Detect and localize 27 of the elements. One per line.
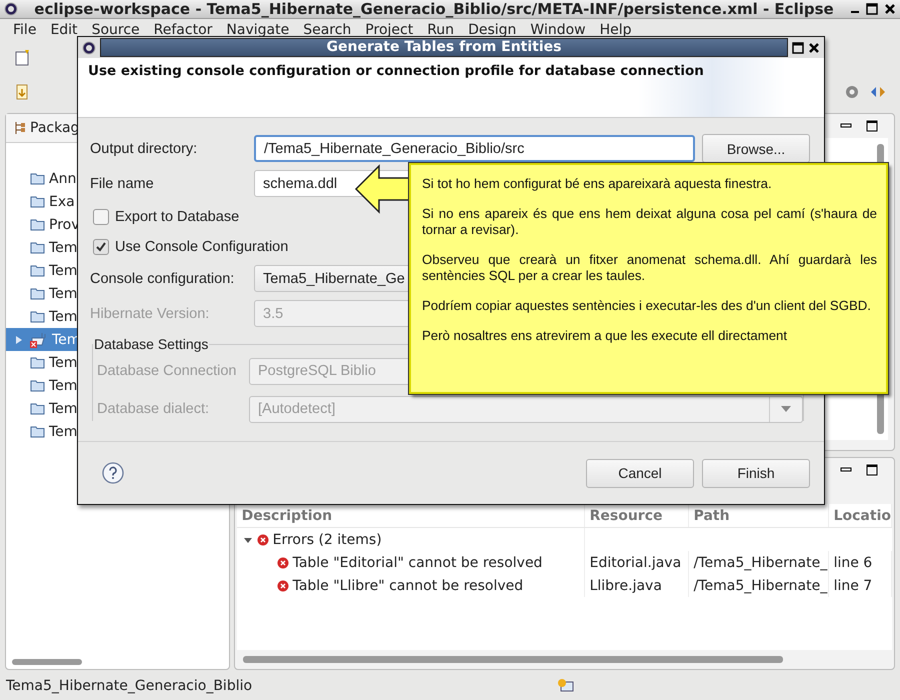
group-title: Database Settings	[93, 336, 210, 352]
status-text: Tema5_Hibernate_Generacio_Biblio	[6, 678, 252, 694]
table-cell: Llibre.java	[584, 574, 689, 597]
checkbox-label: Export to Database	[115, 209, 240, 225]
table-cell: line 6	[828, 551, 892, 574]
field-label: Output directory:	[90, 140, 198, 156]
group-label: Errors (2 items)	[272, 532, 382, 548]
field-label: Database Connection	[97, 363, 238, 379]
table-cell: Table "Llibre" cannot be resolved	[292, 578, 524, 594]
table-cell: Editorial.java	[584, 551, 689, 574]
note-paragraph: Si tot ho hem configurat bé ens apareixarà aquesta finestra.	[422, 176, 773, 192]
dialog-message: Use existing console configuration or connection profile for database connection	[88, 63, 704, 79]
field-label: File name	[90, 176, 155, 192]
table-cell: line 7	[828, 574, 892, 597]
table-cell: /Tema5_Hibernate_	[688, 551, 829, 574]
table-cell: /Tema5_Hibernate_	[688, 574, 829, 597]
window-title: eclipse-workspace - Tema5_Hibernate_Generacio_Biblio/src/META-INF/persistence.xml - Eclipse	[33, 0, 835, 18]
note-paragraph: Podríem copiar aquestes sentències i executar-les des d'un client del SGBD.	[422, 298, 872, 314]
note-paragraph: Però nosaltres ens atrevirem a que les execute ell directament	[422, 328, 788, 344]
field-label: Console configuration:	[90, 270, 236, 286]
checkbox-label: Use Console Configuration	[115, 239, 288, 255]
note-paragraph: Si no ens apareix és que ens hem deixat alguna cosa pel camí (s'haura de tornar a revisar).	[422, 206, 877, 238]
note-paragraph: Observeu que crearà un fitxer anomenat schema.dll. Ahí guardarà les sentències SQL per a crear les taules.	[422, 252, 877, 284]
table-cell: Table "Editorial" cannot be resolved	[292, 554, 542, 570]
field-label: Database dialect:	[97, 401, 210, 417]
dialog-title: Generate Tables from Entities	[100, 38, 788, 57]
field-label: Hibernate Version:	[90, 306, 210, 322]
